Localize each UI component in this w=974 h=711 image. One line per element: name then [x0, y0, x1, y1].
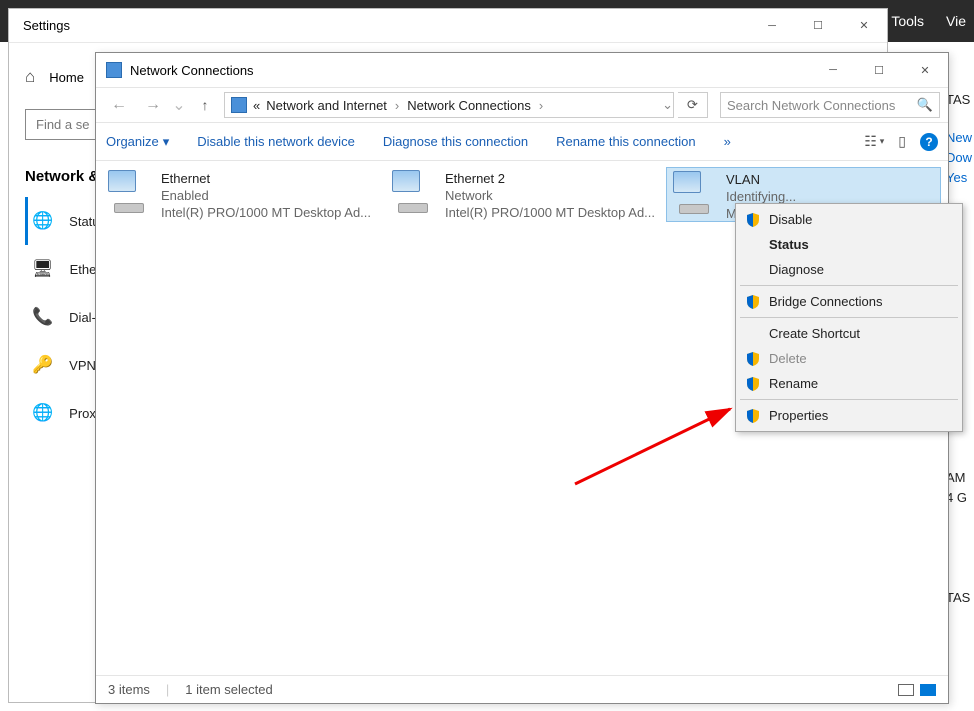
- menu-tools[interactable]: Tools: [891, 13, 924, 29]
- view-tiles-button[interactable]: [920, 684, 936, 696]
- proxy-icon: 🌐: [32, 403, 53, 423]
- view-options-button[interactable]: ☷ ▾: [864, 133, 884, 150]
- shield-icon: [746, 377, 760, 391]
- adapter-status: Enabled: [161, 187, 371, 204]
- adapter-name: Ethernet 2: [445, 170, 655, 187]
- preview-pane-button[interactable]: ▯: [898, 133, 906, 150]
- settings-close-button[interactable]: ✕: [841, 10, 887, 42]
- search-input[interactable]: Search Network Connections 🔍: [720, 92, 940, 118]
- adapter-ethernet[interactable]: Ethernet Enabled Intel(R) PRO/1000 MT De…: [102, 167, 377, 222]
- nav-back-button[interactable]: ←: [104, 96, 134, 114]
- window-title: Network Connections: [130, 63, 254, 78]
- diagnose-connection-button[interactable]: Diagnose this connection: [383, 134, 528, 149]
- settings-minimize-button[interactable]: ─: [749, 10, 795, 42]
- nc-minimize-button[interactable]: ─: [810, 54, 856, 86]
- settings-title: Settings: [23, 18, 70, 33]
- dialup-icon: 📞: [32, 307, 53, 327]
- vpn-icon: 🔑: [32, 355, 53, 375]
- breadcrumb-segment[interactable]: Network and Internet: [266, 98, 387, 113]
- shield-icon: [746, 409, 760, 423]
- menu-bridge[interactable]: Bridge Connections: [736, 289, 962, 314]
- more-commands-button[interactable]: »: [724, 134, 731, 149]
- menu-status[interactable]: Status: [736, 232, 962, 257]
- adapter-ethernet2[interactable]: Ethernet 2 Network Intel(R) PRO/1000 MT …: [386, 167, 661, 222]
- home-icon: ⌂: [25, 67, 35, 87]
- adapter-icon: [673, 171, 718, 216]
- organize-menu[interactable]: Organize▾: [106, 134, 169, 150]
- nc-maximize-button[interactable]: ☐: [856, 54, 902, 86]
- menu-separator: [740, 399, 958, 400]
- adapter-name: Ethernet: [161, 170, 371, 187]
- nav-history-dropdown[interactable]: ⌄: [172, 95, 186, 115]
- selection-count: 1 item selected: [185, 682, 272, 697]
- item-count: 3 items: [108, 682, 150, 697]
- breadcrumb-pre: «: [253, 98, 260, 113]
- adapter-device: Intel(R) PRO/1000 MT Desktop Ad...: [161, 204, 371, 221]
- breadcrumb-separator: ›: [395, 98, 399, 113]
- refresh-button[interactable]: ⟳: [678, 92, 708, 118]
- menu-disable[interactable]: Disable: [736, 207, 962, 232]
- menu-diagnose[interactable]: Diagnose: [736, 257, 962, 282]
- adapter-status: Network: [445, 187, 655, 204]
- window-icon: [106, 62, 122, 78]
- help-button[interactable]: ?: [920, 133, 938, 151]
- menu-separator: [740, 285, 958, 286]
- ethernet-icon: 🖥: [32, 259, 54, 279]
- search-icon: 🔍: [917, 97, 933, 113]
- menu-view[interactable]: Vie: [946, 13, 966, 29]
- menu-rename[interactable]: Rename: [736, 371, 962, 396]
- rename-connection-button[interactable]: Rename this connection: [556, 134, 695, 149]
- shield-icon: [746, 295, 760, 309]
- context-menu: Disable Status Diagnose Bridge Connectio…: [735, 203, 963, 432]
- address-dropdown-icon[interactable]: ⌄: [662, 97, 673, 113]
- nav-forward-button[interactable]: →: [138, 96, 168, 114]
- menu-separator: [740, 317, 958, 318]
- shield-icon: [746, 213, 760, 227]
- settings-maximize-button[interactable]: ☐: [795, 10, 841, 42]
- disable-device-button[interactable]: Disable this network device: [197, 134, 355, 149]
- nav-up-button[interactable]: ↑: [190, 97, 220, 113]
- status-bar: 3 items | 1 item selected: [96, 675, 948, 703]
- status-icon: 🌐: [32, 211, 53, 231]
- status-separator: |: [166, 682, 169, 697]
- address-bar[interactable]: « Network and Internet › Network Connect…: [224, 92, 674, 118]
- nc-close-button[interactable]: ✕: [902, 54, 948, 86]
- sidebar-item-label: VPN: [69, 358, 96, 373]
- adapter-name: VLAN: [726, 171, 796, 188]
- menu-properties[interactable]: Properties: [736, 403, 962, 428]
- adapter-icon: [392, 170, 437, 215]
- home-label: Home: [49, 70, 84, 85]
- address-icon: [231, 97, 247, 113]
- menu-create-shortcut[interactable]: Create Shortcut: [736, 321, 962, 346]
- shield-icon: [746, 352, 760, 366]
- adapter-device: Intel(R) PRO/1000 MT Desktop Ad...: [445, 204, 655, 221]
- chevron-down-icon: ▾: [163, 134, 170, 150]
- breadcrumb-separator: ›: [539, 98, 543, 113]
- adapter-icon: [108, 170, 153, 215]
- search-placeholder: Search Network Connections: [727, 98, 895, 113]
- menu-delete: Delete: [736, 346, 962, 371]
- breadcrumb-segment[interactable]: Network Connections: [407, 98, 531, 113]
- view-details-button[interactable]: [898, 684, 914, 696]
